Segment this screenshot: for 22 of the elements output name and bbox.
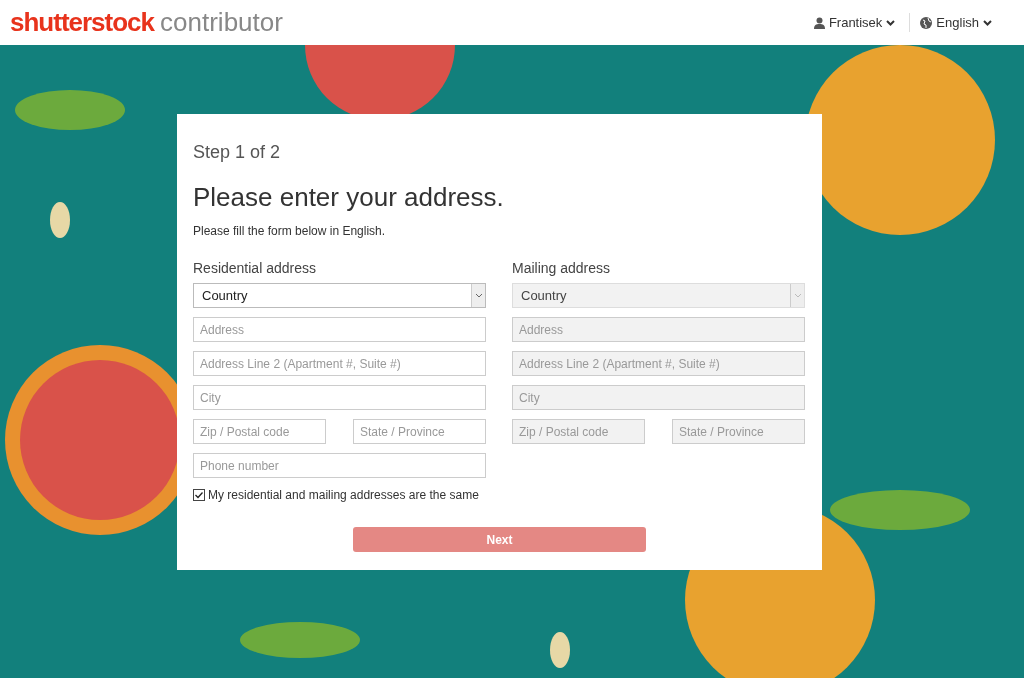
user-menu[interactable]: Frantisek (813, 12, 911, 33)
form-instruction: Please fill the form below in English. (193, 223, 387, 240)
section-heading: Mailing address (512, 259, 612, 276)
chevron-down-icon (983, 19, 992, 26)
globe-icon (920, 16, 933, 29)
text-field[interactable]: Address (193, 317, 486, 342)
text-field[interactable]: Address Line 2 (Apartment #, Suite #) (193, 351, 486, 376)
form-title: Please enter your address. (193, 182, 505, 212)
user-icon (813, 16, 825, 29)
text-field[interactable]: State / Province (353, 419, 486, 444)
checkbox-label[interactable]: My residential and mailing addresses are the same (208, 486, 479, 504)
text-field[interactable]: Zip / Postal code (193, 419, 326, 444)
section-heading: Residential address (193, 259, 317, 276)
language-menu[interactable]: English (910, 12, 992, 33)
text-field[interactable]: City (193, 385, 486, 410)
text-field[interactable]: Phone number (193, 453, 486, 478)
chevron-down-icon (886, 19, 896, 26)
logo-subtitle: contributor (160, 6, 283, 39)
checkbox[interactable] (193, 489, 205, 501)
country-dropdown[interactable]: Country (193, 283, 486, 308)
step-indicator: Step 1 of 2 (193, 142, 282, 162)
logo-wordmark[interactable]: shutterstock (10, 3, 155, 42)
